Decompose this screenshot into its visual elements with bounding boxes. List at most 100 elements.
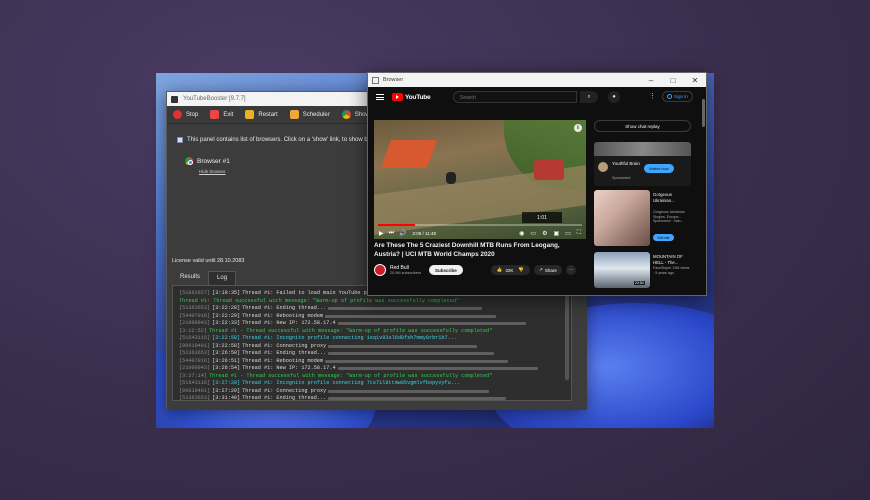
maximize-icon[interactable]: □ <box>662 73 684 87</box>
menu-icon[interactable] <box>376 94 384 100</box>
browser-scrollbar[interactable] <box>702 99 705 127</box>
log-text: Thread #1: Rebooting modem <box>242 312 324 319</box>
exit-button[interactable]: Exit <box>210 110 233 119</box>
info-icon[interactable]: i <box>574 124 582 132</box>
browser-titlebar[interactable]: Browser – □ ✕ <box>368 73 706 87</box>
log-text: Thread #1: Connecting proxy <box>242 387 327 394</box>
tab-results[interactable]: Results <box>172 271 208 285</box>
log-id: [3:22:52] <box>179 327 208 334</box>
log-id: [51862927] <box>179 290 211 296</box>
channel-avatar[interactable] <box>374 264 386 276</box>
log-time: [3:31:40] <box>212 395 241 401</box>
log-line: [3:27:14] Thread #1 - Thread successful w… <box>179 373 565 381</box>
autoplay-icon[interactable]: ◉ <box>519 230 524 237</box>
video-scene <box>380 140 438 168</box>
recommended-item[interactable]: Gorgeous Ukrainian... Gorgeous Ukrainian… <box>594 190 691 246</box>
redacted-blur <box>328 307 483 311</box>
info-line: This panel contains list of browsers. Cl… <box>177 137 368 143</box>
log-time: [3:27:20] <box>212 380 241 386</box>
license-text: License valid until 28.10.2083 <box>172 258 245 264</box>
log-text: Thread #1: Ending thread... <box>242 350 327 356</box>
log-time: [3:22:29] <box>212 312 241 319</box>
youtube-header: YouTube Search ⌕ ● ⋮ Sign in <box>368 87 706 107</box>
sidebar: Show chat replay Youthful Brain Sponsore… <box>594 120 691 290</box>
log-time: [3:22:28] <box>212 305 241 311</box>
redacted-blur <box>325 314 497 318</box>
log-panel: [51862927] [3:19:35] Thread #1: Failed to … <box>172 285 572 401</box>
restart-button[interactable]: Restart <box>245 110 278 119</box>
sign-in-button[interactable]: Sign in <box>662 91 693 102</box>
microphone-icon[interactable]: ● <box>608 91 620 103</box>
log-time: [3:22:58] <box>212 342 241 349</box>
more-actions-icon[interactable]: ⋯ <box>565 265 576 275</box>
youtube-logo[interactable]: YouTube <box>392 93 431 101</box>
stop-button[interactable]: Stop <box>173 110 198 119</box>
log-text: Thread #1: Rebooting modem <box>242 357 324 364</box>
fullscreen-icon[interactable]: ⛶ <box>577 230 581 237</box>
sponsored-ad[interactable]: Youthful Brain Sponsored Watch now <box>594 142 691 186</box>
like-button[interactable]: 👍 32K 👎 <box>490 265 531 275</box>
log-id: [51363653] <box>179 350 211 356</box>
thumbs-up-icon: 👍 <box>496 267 503 272</box>
log-line: Thread #1: Thread successful with messag… <box>179 298 565 306</box>
video-progress-fill <box>378 224 415 226</box>
video-scene <box>534 160 564 180</box>
log-text: Thread #1: Thread successful with messag… <box>179 297 460 304</box>
watch-now-button[interactable]: Watch now <box>644 164 674 173</box>
search-icon[interactable]: ⌕ <box>580 91 598 103</box>
show-chat-replay-button[interactable]: Show chat replay <box>594 120 691 132</box>
app-icon <box>171 95 178 103</box>
play-icon[interactable]: ▶ <box>379 230 384 237</box>
search-input[interactable]: Search <box>453 91 577 103</box>
settings-icon[interactable]: ⚙ <box>542 230 547 237</box>
ad-avatar <box>598 162 608 172</box>
recommended-item[interactable]: MOUNTAIN OF HELL - The... FaceSloper 13M… <box>594 252 691 288</box>
miniplayer-icon[interactable]: ▣ <box>553 230 559 237</box>
volume-icon[interactable]: 🔊 <box>399 230 406 237</box>
recommended-title: MOUNTAIN OF HELL - The... <box>653 254 683 265</box>
log-time: [3:26:54] <box>212 365 241 371</box>
log-text: Thread #1: Ending thread... <box>242 395 327 401</box>
log-line: [21009943] [3:26:54] Thread #1: New IP: 17… <box>179 365 565 373</box>
video-player[interactable]: i 1:01 ▶ ⏭ 🔊 2:09 / 11:48 ◉ ▭ ⚙ ▣ ▭ ⛶ <box>374 120 586 239</box>
more-options-icon[interactable]: ⋮ <box>649 92 656 100</box>
subscribe-button[interactable]: Subscribe <box>429 265 463 275</box>
browser-icon <box>372 76 379 84</box>
redacted-blur <box>328 344 478 348</box>
thumbs-down-icon[interactable]: 👎 <box>518 267 524 273</box>
share-button[interactable]: ↗ Share <box>534 265 562 275</box>
log-line: [51363653] [3:31:40] Thread #1: Ending thr… <box>179 395 565 401</box>
log-text: Thread #1: Incognito profile connecting … <box>242 335 457 341</box>
close-icon[interactable]: ✕ <box>684 73 706 87</box>
log-text: Thread #1 - Thread successful with messa… <box>209 327 493 334</box>
theater-icon[interactable]: ▭ <box>565 230 571 237</box>
recommended-title: Gorgeous Ukrainian... <box>653 192 675 203</box>
tab-log[interactable]: Log <box>208 271 237 285</box>
scheduler-button[interactable]: Scheduler <box>289 110 330 119</box>
log-time: [3:26:50] <box>212 350 241 356</box>
minimize-icon[interactable]: – <box>640 73 662 87</box>
channel-row: Red Bull 20.9M subscribers Subscribe 👍 3… <box>374 263 586 277</box>
log-line: [54407916] [3:22:29] Thread #1: Rebooting … <box>179 313 565 321</box>
log-id: [00619401] <box>179 387 211 394</box>
score-overlay: 1:01 <box>522 212 562 223</box>
captions-icon[interactable]: ▭ <box>530 230 536 237</box>
log-time: [3:22:58] <box>212 335 241 341</box>
restart-icon <box>245 110 255 119</box>
hide-browser-link[interactable]: Hide browser <box>199 169 226 174</box>
browser-title: Browser <box>383 77 404 83</box>
info-checkbox[interactable] <box>177 137 183 143</box>
log-id: [51363653] <box>179 395 211 401</box>
log-id: [54407916] <box>179 312 211 319</box>
redacted-blur <box>337 367 538 371</box>
log-line: [54407916] [3:26:51] Thread #1: Rebooting … <box>179 358 565 366</box>
log-scrollbar[interactable] <box>565 290 569 380</box>
person-icon <box>667 94 672 99</box>
video-progress-bar[interactable] <box>378 224 582 226</box>
redacted-blur <box>328 389 490 393</box>
log-time: [3:27:20] <box>212 387 241 394</box>
redacted-blur <box>328 397 507 400</box>
visit-site-button[interactable]: Visit site <box>653 234 674 241</box>
log-line: [51543116] [3:27:20] Thread #1: Incognito … <box>179 380 565 388</box>
next-icon[interactable]: ⏭ <box>389 230 394 237</box>
